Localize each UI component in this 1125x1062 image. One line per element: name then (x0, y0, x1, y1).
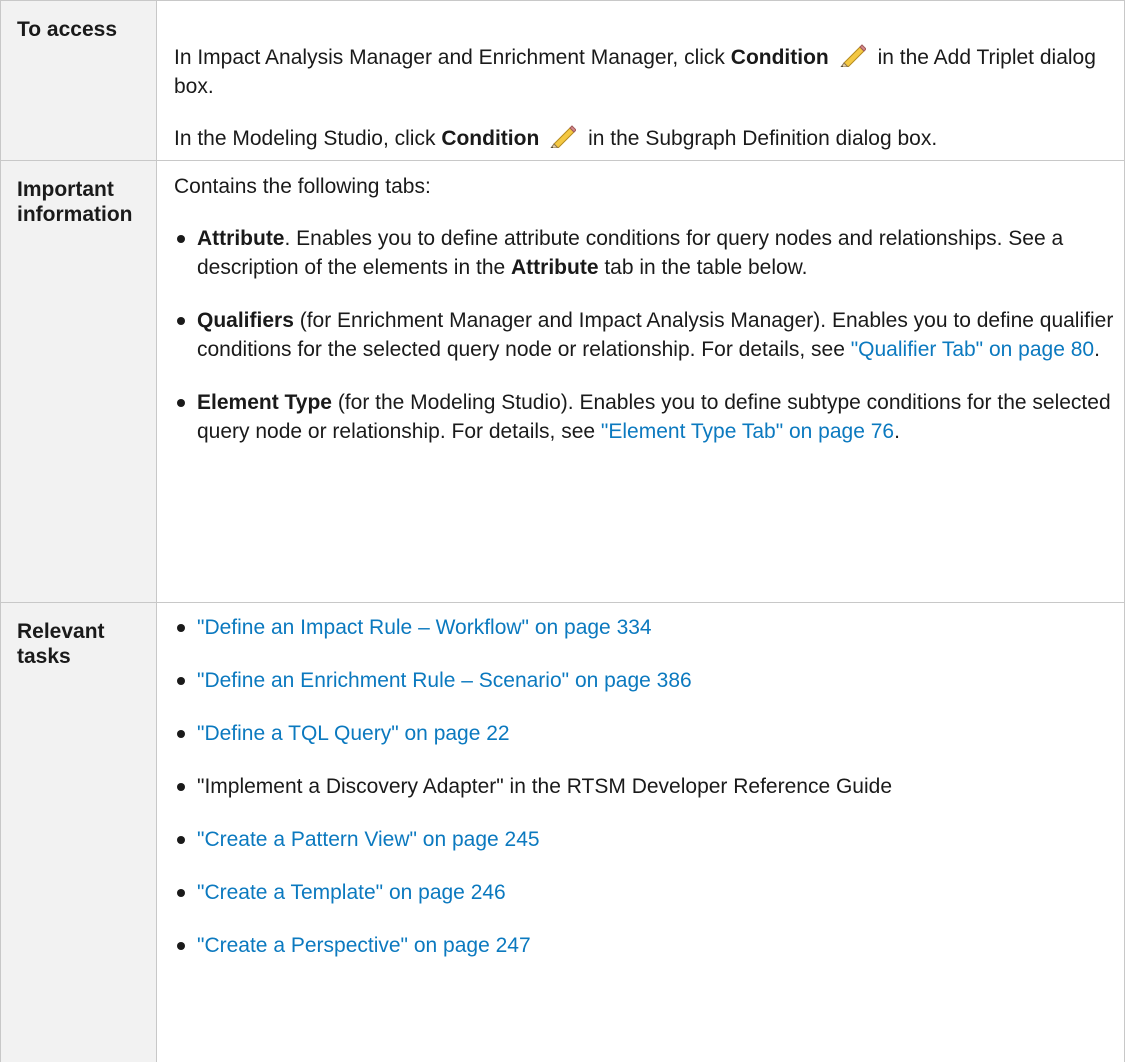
task-item: "Create a Pattern View" on page 245 (174, 825, 1124, 854)
label-to-access: To access (0, 0, 157, 161)
task-link-define-tql-query[interactable]: "Define a TQL Query" on page 22 (197, 722, 510, 745)
tabs-list: Attribute. Enables you to define attribu… (174, 224, 1124, 446)
list-item-qualifiers: Qualifiers (for Enrichment Manager and I… (174, 306, 1124, 364)
link-qualifier-tab[interactable]: "Qualifier Tab" on page 80 (851, 338, 1094, 361)
important-cell: Contains the following tabs: Attribute. … (156, 160, 1125, 603)
task-item: "Define a TQL Query" on page 22 (174, 719, 1124, 748)
info-table: To access In Impact Analysis Manager and… (0, 0, 1125, 1062)
access-cell: In Impact Analysis Manager and Enrichmen… (156, 0, 1125, 161)
task-item: "Define an Impact Rule – Workflow" on pa… (174, 613, 1124, 642)
row-important-information: Important information Contains the follo… (0, 160, 1125, 603)
pencil-icon[interactable] (546, 124, 577, 148)
important-intro: Contains the following tabs: (174, 175, 431, 198)
task-link-define-enrichment-rule[interactable]: "Define an Enrichment Rule – Scenario" o… (197, 669, 692, 692)
task-link-create-perspective[interactable]: "Create a Perspective" on page 247 (197, 934, 531, 957)
task-text-implement-discovery-adapter: "Implement a Discovery Adapter" in the R… (197, 775, 893, 798)
label-relevant-tasks: Relevant tasks (0, 602, 157, 1062)
list-item-attribute: Attribute. Enables you to define attribu… (174, 224, 1124, 282)
task-link-create-template[interactable]: "Create a Template" on page 246 (197, 881, 506, 904)
access-paragraph-2: In the Modeling Studio, click Condition … (174, 124, 1124, 153)
task-link-define-impact-rule[interactable]: "Define an Impact Rule – Workflow" on pa… (197, 616, 652, 639)
access-paragraph-1: In Impact Analysis Manager and Enrichmen… (174, 43, 1124, 101)
task-item: "Create a Template" on page 246 (174, 878, 1124, 907)
link-element-type-tab[interactable]: "Element Type Tab" on page 76 (601, 420, 894, 443)
task-item: "Create a Perspective" on page 247 (174, 931, 1124, 960)
list-item-element-type: Element Type (for the Modeling Studio). … (174, 388, 1124, 446)
label-important-information: Important information (0, 160, 157, 603)
row-relevant-tasks: Relevant tasks "Define an Impact Rule – … (0, 602, 1125, 1062)
task-link-create-pattern-view[interactable]: "Create a Pattern View" on page 245 (197, 828, 540, 851)
tasks-list: "Define an Impact Rule – Workflow" on pa… (174, 613, 1124, 960)
tasks-cell: "Define an Impact Rule – Workflow" on pa… (156, 602, 1125, 1062)
task-item: "Implement a Discovery Adapter" in the R… (174, 772, 1124, 801)
pencil-icon[interactable] (836, 43, 866, 67)
row-to-access: To access In Impact Analysis Manager and… (0, 0, 1125, 161)
task-item: "Define an Enrichment Rule – Scenario" o… (174, 666, 1124, 695)
